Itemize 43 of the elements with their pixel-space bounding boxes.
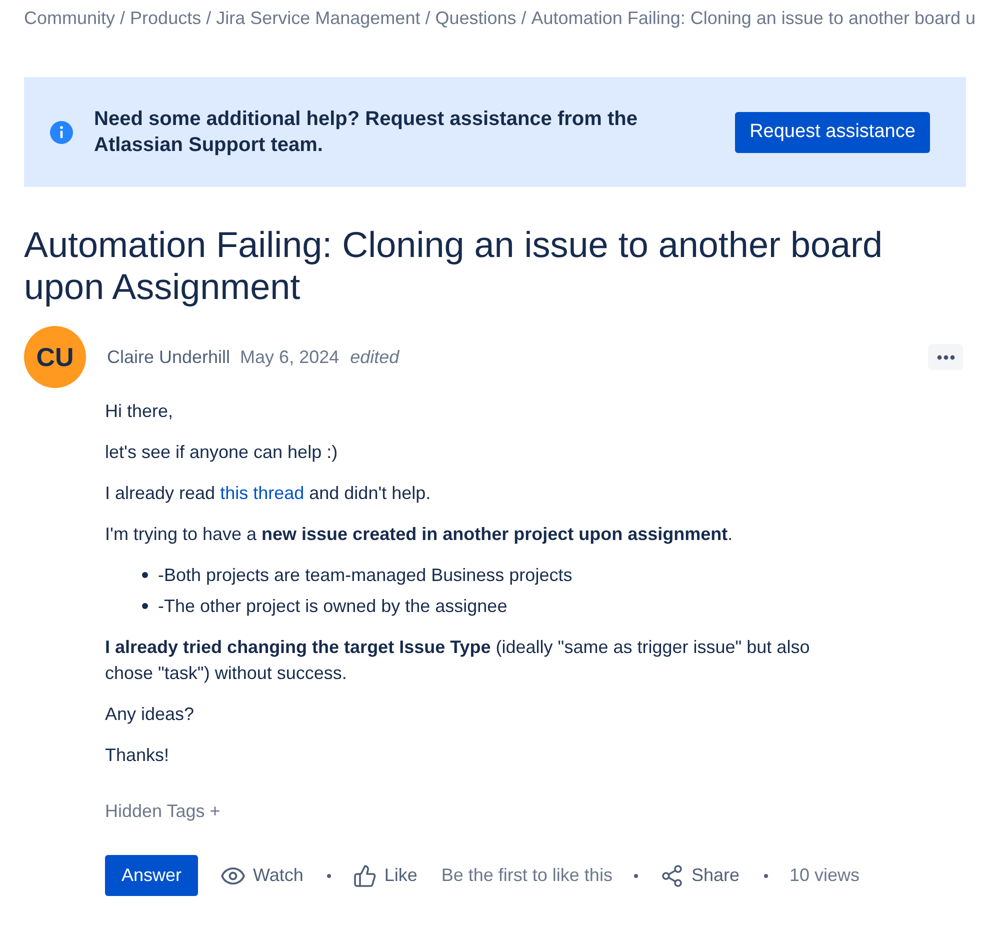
breadcrumb-link[interactable]: Questions [435,7,516,29]
edited-label: edited [350,346,400,368]
body-paragraph: Thanks! [105,744,170,767]
author-name[interactable]: Claire Underhill [107,346,230,368]
breadcrumb-link[interactable]: Automation Failing: Cloning an issue to another board u [531,7,976,29]
breadcrumb-separator: / [120,7,126,29]
breadcrumb-link[interactable]: Jira Service Management [216,7,420,29]
separator-dot-icon [764,874,768,878]
body-paragraph: let's see if anyone can help :) [105,441,339,464]
breadcrumb-link[interactable]: Products [130,7,202,29]
question-title: Automation Failing: Cloning an issue to another board upon Assignment [24,224,884,308]
request-assistance-button[interactable]: Request assistance [735,112,930,152]
share-icon [660,864,684,888]
breadcrumb-separator: / [425,7,430,29]
share-button[interactable]: Share [660,864,740,888]
body-paragraph: I already read this thread and didn't help. [105,482,432,505]
thumbs-up-icon [353,864,378,888]
more-button[interactable] [928,344,963,370]
body-paragraph: I already tried changing the target Issue Type (ideally "same as trigger issue" but also chose "task") without success. [105,636,811,685]
bullet-icon [142,572,148,578]
bullet-icon [142,603,148,609]
action-note: Be the first to like this [441,865,612,886]
avatar: CU [24,326,86,388]
post-date: May 6, 2024 [240,346,340,368]
banner-message: Need some additional help? Request assistance from the Atlassian Support team. [94,107,638,158]
ellipsis-icon [936,354,954,360]
info-icon [50,120,73,144]
breadcrumb-separator: / [206,7,212,29]
thread-link[interactable]: this thread [220,483,304,503]
hidden-tags-link[interactable]: Hidden Tags + [105,798,220,824]
separator-dot-icon [327,874,332,878]
watch-button[interactable]: Watch [220,862,304,888]
list-item-text: -The other project is owned by the assignee [158,595,508,618]
breadcrumb-link[interactable]: Community [24,7,116,29]
separator-dot-icon [634,874,638,878]
body-paragraph: I'm trying to have a new issue created in another project upon assignment. [105,523,734,546]
breadcrumb-separator: / [521,7,526,29]
body-paragraph: Any ideas? [105,703,196,726]
answer-button[interactable]: Answer [105,855,198,896]
action-note: 10 views [790,865,860,886]
like-button[interactable]: Like [353,864,418,888]
list-item-text: -Both projects are team-managed Business projects [158,564,572,587]
body-paragraph: Hi there, [105,400,174,423]
